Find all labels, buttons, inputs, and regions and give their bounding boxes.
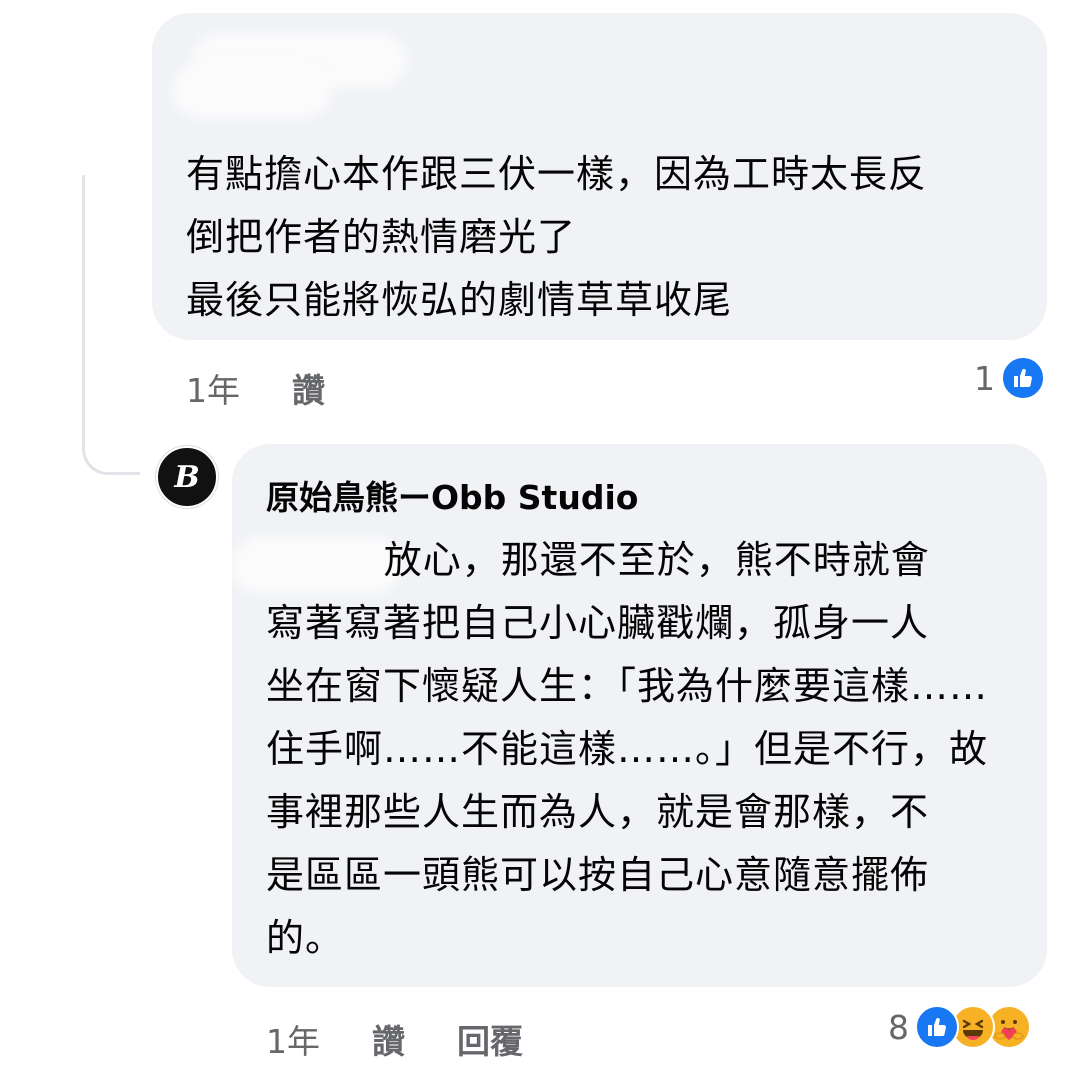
comment-actions-1: 1年 讚: [186, 364, 325, 412]
like-button[interactable]: 讚: [372, 1015, 405, 1063]
comment-text: 有點擔心本作跟三伏一樣，因為工時太長反 倒把作者的熱情磨光了 最後只能將恢弘的劇…: [186, 152, 928, 322]
avatar-logo: B: [174, 459, 200, 495]
like-icon: [915, 1005, 959, 1049]
reaction-count: 8: [888, 1007, 909, 1047]
reaction-summary-1[interactable]: 1: [974, 356, 1045, 400]
reaction-count: 1: [974, 358, 995, 398]
comment-text: 放心，那還不至於，熊不時就會 寫著寫著把自己小心臟戳爛，孤身一人 坐在窗下懷疑人…: [266, 538, 989, 960]
comment-bubble-2: 原始鳥熊ーObb Studio 放心，那還不至於，熊不時就會 寫著寫著把自己小心…: [232, 444, 1047, 987]
comment-timestamp[interactable]: 1年: [186, 364, 240, 412]
comment-bubble-1: 有點擔心本作跟三伏一樣，因為工時太長反 倒把作者的熱情磨光了 最後只能將恢弘的劇…: [152, 13, 1047, 340]
comment-author[interactable]: 原始鳥熊ーObb Studio: [266, 471, 638, 519]
reaction-summary-2[interactable]: 8: [888, 1005, 1031, 1049]
redacted-author-name-2: [172, 63, 332, 118]
like-icon: [1001, 356, 1045, 400]
reply-thread-line: [82, 175, 140, 475]
comment-actions-2: 1年 讚 回覆: [266, 1015, 523, 1063]
reply-button[interactable]: 回覆: [457, 1015, 523, 1063]
author-avatar[interactable]: B: [156, 446, 218, 508]
like-button[interactable]: 讚: [292, 364, 325, 412]
comment-timestamp[interactable]: 1年: [266, 1015, 320, 1063]
